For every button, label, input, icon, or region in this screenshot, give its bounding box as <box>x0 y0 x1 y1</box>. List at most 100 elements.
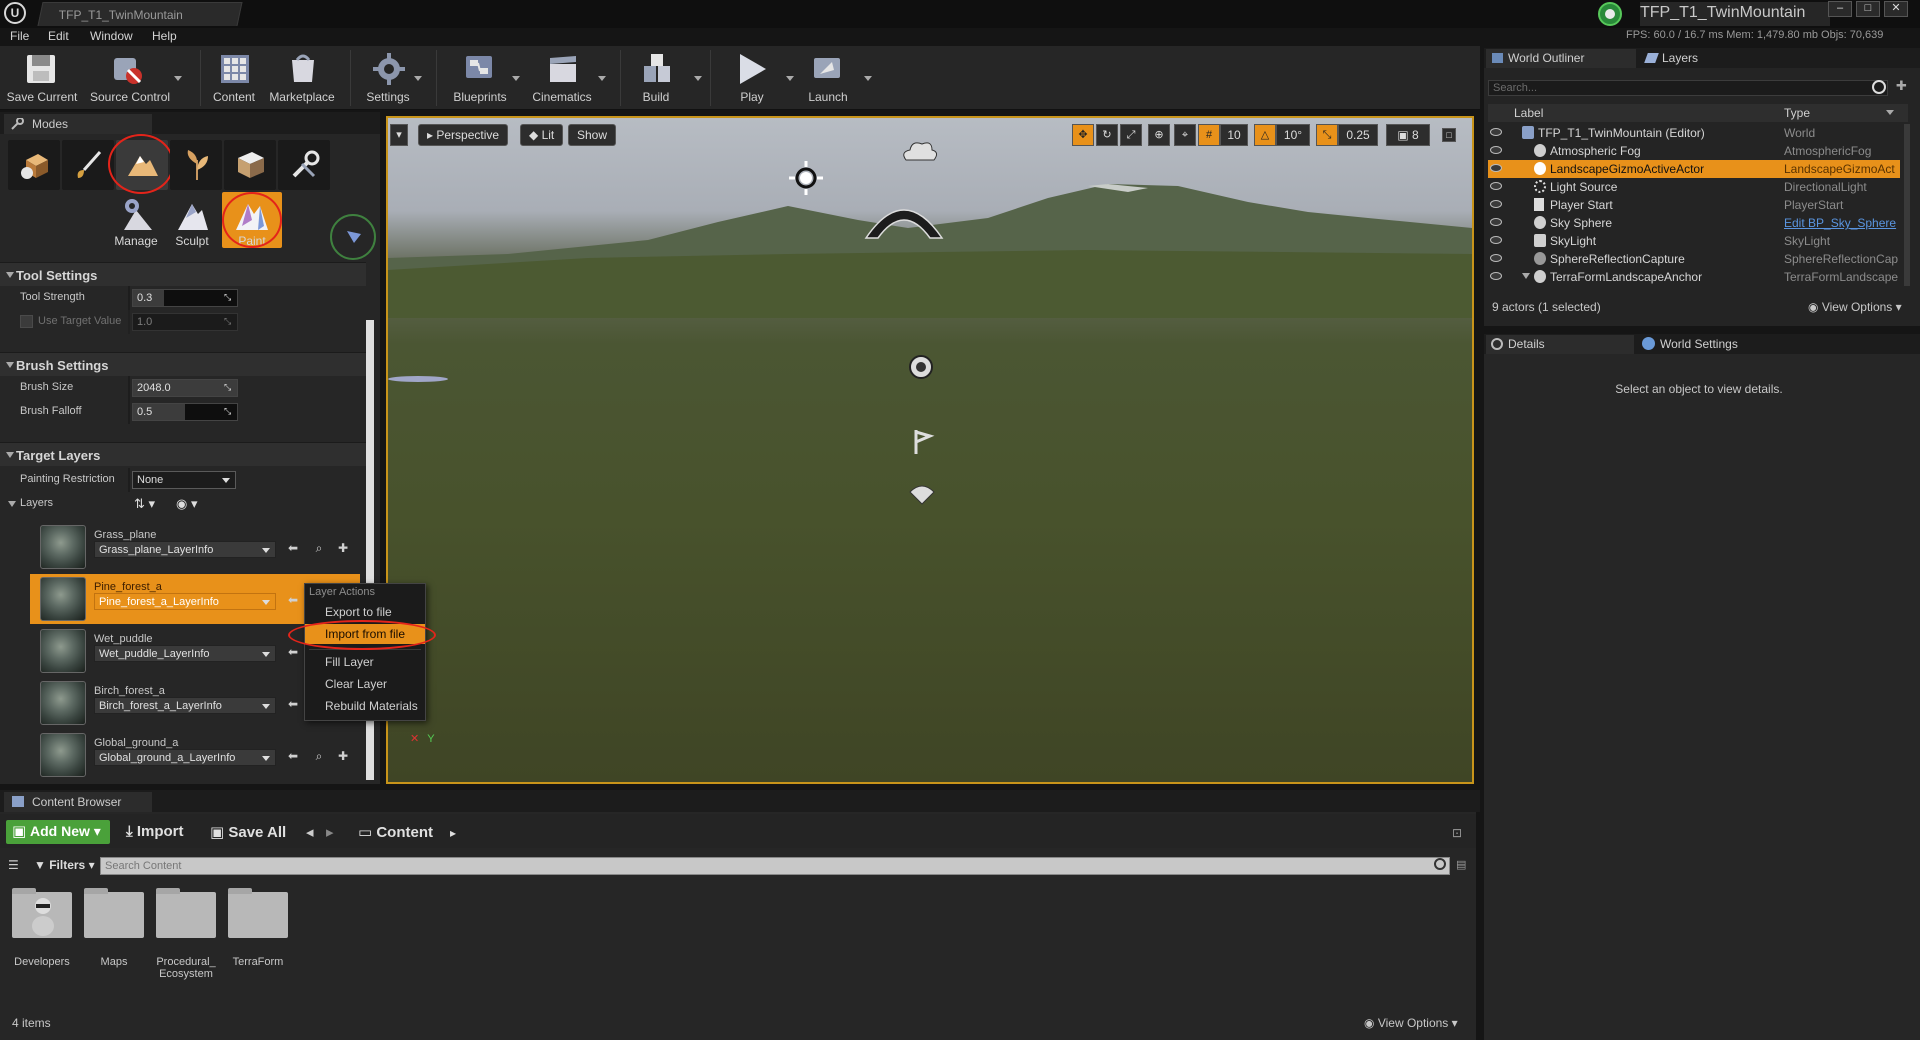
lock-icon[interactable]: ⊡ <box>1452 826 1462 840</box>
tab-details[interactable]: Details <box>1486 335 1634 354</box>
outliner-row-light-source[interactable]: Light Source DirectionalLight <box>1488 178 1900 196</box>
marketplace-button[interactable]: Marketplace <box>262 48 342 108</box>
brush-falloff-input[interactable]: 0.5 ⤡ <box>132 403 238 421</box>
brush-size-input[interactable]: 2048.0 ⤡ <box>132 379 238 397</box>
drag-spin-icon[interactable]: ⤡ <box>224 382 234 393</box>
target-layers-header[interactable]: Target Layers <box>0 442 366 466</box>
cinematics-button[interactable]: Cinematics <box>522 48 606 108</box>
browse-search-icon[interactable]: ⌕ <box>312 749 326 765</box>
layer-info-dropdown[interactable]: Birch_forest_a_LayerInfo <box>94 697 276 714</box>
folder-maps[interactable] <box>84 888 144 938</box>
source-control-button[interactable]: Source Control <box>90 48 182 108</box>
chevron-down-icon[interactable] <box>1886 110 1894 115</box>
layer-item-grass-plane[interactable]: Grass_plane Grass_plane_LayerInfo ⬅ ⌕ ✚ <box>30 522 360 572</box>
drag-spin-icon[interactable]: ⤡ <box>224 406 234 417</box>
menu-window[interactable]: Window <box>90 29 133 43</box>
visibility-eye-icon[interactable]: ◉ ▾ <box>176 496 197 512</box>
layers-expander-icon[interactable] <box>8 501 16 507</box>
rotate-tool-icon[interactable]: ↻ <box>1096 124 1118 146</box>
create-plus-icon[interactable]: ✚ <box>336 541 350 557</box>
rotation-snap-icon[interactable]: △ <box>1254 124 1276 146</box>
clear-layer-menu-item[interactable]: Clear Layer <box>305 674 425 694</box>
eye-icon[interactable] <box>1490 182 1502 190</box>
menu-edit[interactable]: Edit <box>48 29 69 43</box>
import-button[interactable]: ⤓ Import <box>126 823 183 840</box>
history-forward-icon[interactable]: ▸ <box>326 823 334 841</box>
blueprints-caret-icon[interactable] <box>512 76 520 81</box>
build-caret-icon[interactable] <box>694 76 702 81</box>
type-column-header[interactable]: Type <box>1784 106 1810 120</box>
tool-strength-input[interactable]: 0.3 ⤡ <box>132 289 238 307</box>
world-coordinates-icon[interactable]: ⊕ <box>1148 124 1170 146</box>
eye-icon[interactable] <box>1490 200 1502 208</box>
painting-restriction-dropdown[interactable]: None <box>132 471 236 489</box>
use-selected-arrow-icon[interactable]: ⬅ <box>286 749 300 765</box>
eye-icon[interactable] <box>1490 254 1502 262</box>
player-start-icon[interactable] <box>910 428 936 456</box>
reflection-capture-sphere-icon[interactable] <box>908 354 934 380</box>
level-viewport[interactable]: ✕ Y ▾ ▸ Perspective ◆ Lit Show ✥ ↻ ⤢ ⊕ ⌖ … <box>386 116 1474 784</box>
use-selected-arrow-icon[interactable]: ⬅ <box>286 593 300 609</box>
save-current-button[interactable]: Save Current <box>2 48 82 108</box>
browse-search-icon[interactable]: ⌕ <box>312 541 326 557</box>
source-control-caret-icon[interactable] <box>174 76 182 81</box>
launch-caret-icon[interactable] <box>864 76 872 81</box>
grid-snap-value[interactable]: 10 <box>1220 124 1248 146</box>
outliner-row-landscape-gizmo[interactable]: LandscapeGizmoActiveActor LandscapeGizmo… <box>1488 160 1900 178</box>
modes-tab[interactable]: Modes <box>4 114 152 134</box>
settings-button[interactable]: Settings <box>348 48 428 108</box>
use-selected-arrow-icon[interactable]: ⬅ <box>286 541 300 557</box>
path-content-breadcrumb[interactable]: ▭ Content <box>358 823 433 841</box>
add-filter-icon[interactable]: ✚ <box>1896 78 1907 94</box>
sort-arrows-icon[interactable]: ⇅ ▾ <box>134 496 155 512</box>
show-button[interactable]: Show <box>568 124 617 146</box>
use-selected-arrow-icon[interactable]: ⬅ <box>286 697 300 713</box>
maximize-viewport-icon[interactable]: □ <box>1442 128 1456 142</box>
folder-terraform[interactable] <box>228 888 288 938</box>
outliner-scrollbar[interactable] <box>1904 124 1910 286</box>
mesh-paint-mode-button[interactable] <box>278 140 330 190</box>
expander-icon[interactable] <box>1522 273 1530 279</box>
eye-icon[interactable] <box>1490 236 1502 244</box>
level-document-tab[interactable]: TFP_T1_TwinMountain <box>37 2 243 26</box>
play-button[interactable]: Play <box>712 48 794 108</box>
content-view-options-button[interactable]: ◉ View Options ▾ <box>1364 1016 1458 1030</box>
skylight-icon[interactable] <box>908 480 936 506</box>
outliner-view-options-button[interactable]: ◉ View Options ▾ <box>1808 300 1902 314</box>
paint-mode-button[interactable] <box>62 140 114 190</box>
surface-snapping-icon[interactable]: ⌖ <box>1174 124 1196 146</box>
close-icon[interactable]: ✕ <box>1884 1 1908 17</box>
settings-caret-icon[interactable] <box>414 76 422 81</box>
eye-icon[interactable] <box>1490 146 1502 154</box>
grid-snap-icon[interactable]: # <box>1198 124 1220 146</box>
tab-world-settings[interactable]: World Settings <box>1638 335 1784 354</box>
edit-blueprint-link[interactable]: Edit BP_Sky_Sphere <box>1784 216 1900 230</box>
outliner-row-terraform-anchor[interactable]: TerraFormLandscapeAnchor TerraFormLandsc… <box>1488 268 1900 286</box>
brush-settings-header[interactable]: Brush Settings <box>0 352 366 376</box>
place-mode-button[interactable] <box>8 140 60 190</box>
drag-spin-icon[interactable]: ⤡ <box>224 316 234 327</box>
menu-file[interactable]: File <box>10 29 29 43</box>
perspective-button[interactable]: ▸ Perspective <box>418 124 509 146</box>
build-button[interactable]: Build <box>616 48 702 108</box>
blueprints-button[interactable]: Blueprints <box>440 48 520 108</box>
path-chevron-icon[interactable]: ▸ <box>450 826 456 840</box>
content-browser-tab[interactable]: Content Browser <box>4 792 152 812</box>
tab-layers[interactable]: Layers <box>1640 49 1756 68</box>
camera-speed-button[interactable]: ▣ 8 <box>1386 124 1430 146</box>
scale-snap-value[interactable]: 0.25 <box>1338 124 1378 146</box>
folder-developers[interactable] <box>12 888 72 938</box>
label-column-header[interactable]: Label <box>1514 106 1543 120</box>
use-selected-arrow-icon[interactable]: ⬅ <box>286 645 300 661</box>
layer-info-dropdown[interactable]: Grass_plane_LayerInfo <box>94 541 276 558</box>
filters-button[interactable]: ▼ Filters ▾ <box>34 858 95 872</box>
fill-layer-menu-item[interactable]: Fill Layer <box>305 652 425 672</box>
layer-info-dropdown[interactable]: Wet_puddle_LayerInfo <box>94 645 276 662</box>
save-search-icon[interactable]: ▤ <box>1456 858 1466 871</box>
translate-tool-icon[interactable]: ✥ <box>1072 124 1094 146</box>
outliner-row-sphere-reflection[interactable]: SphereReflectionCapture SphereReflection… <box>1488 250 1900 268</box>
outliner-row-atmospheric-fog[interactable]: Atmospheric Fog AtmosphericFog <box>1488 142 1900 160</box>
eye-icon[interactable] <box>1490 128 1502 136</box>
drag-spin-icon[interactable]: ⤡ <box>224 292 234 303</box>
geometry-mode-button[interactable] <box>224 140 276 190</box>
